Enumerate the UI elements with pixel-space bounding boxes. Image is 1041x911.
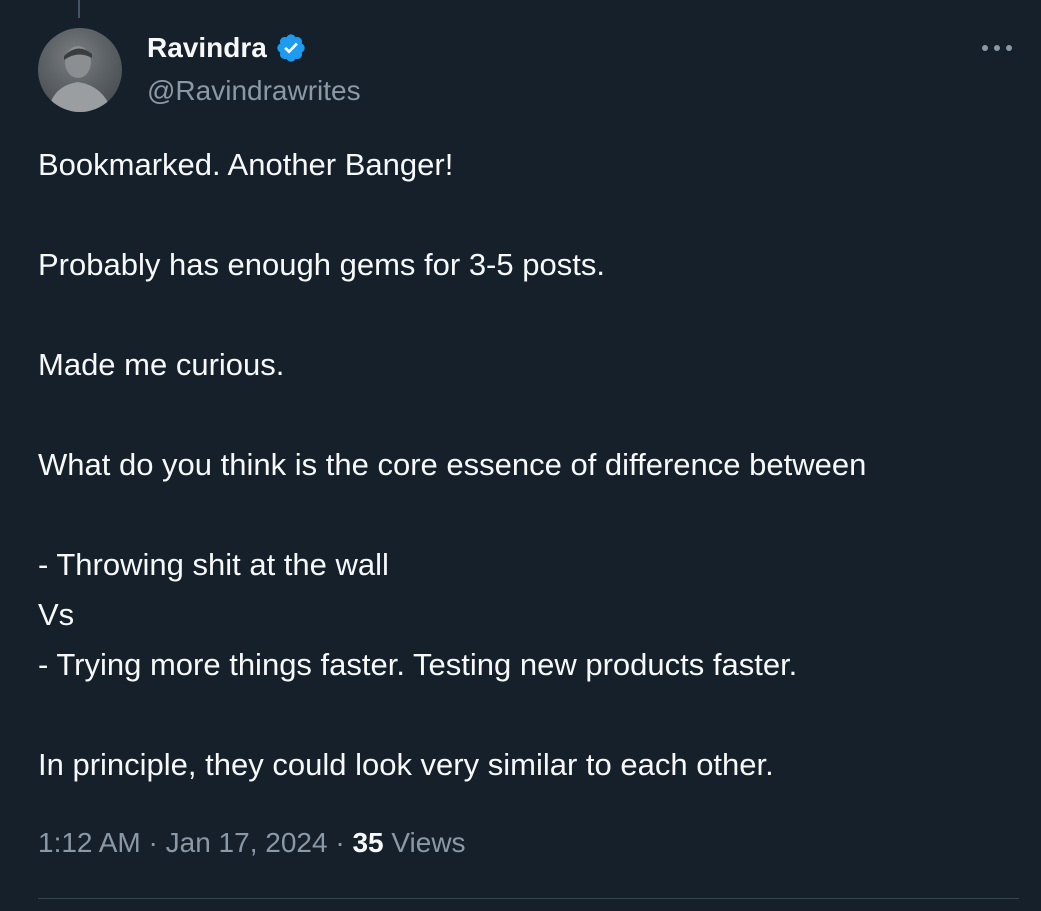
- verified-badge-icon[interactable]: [275, 32, 307, 64]
- avatar-photo: [48, 46, 112, 112]
- post-line: - Throwing shit at the wall: [38, 547, 389, 582]
- post-line: [38, 390, 1023, 440]
- more-options-button[interactable]: [975, 32, 1019, 64]
- author-avatar[interactable]: [38, 28, 122, 112]
- views-label: Views: [391, 827, 466, 858]
- post-date[interactable]: Jan 17, 2024: [166, 827, 328, 858]
- post-line: Made me curious.: [38, 347, 285, 382]
- post-line: Probably has enough gems for 3-5 posts.: [38, 247, 605, 282]
- post-line: Bookmarked. Another Banger!: [38, 147, 454, 182]
- post-metadata: 1:12 AM · Jan 17, 2024 · 35 Views: [38, 823, 466, 863]
- author-name[interactable]: Ravindra: [147, 30, 307, 66]
- more-options-icon: [982, 45, 1012, 51]
- meta-separator: ·: [148, 827, 158, 858]
- post-line: [38, 690, 1023, 740]
- post-line: [38, 490, 1023, 540]
- post-line: What do you think is the core essence of…: [38, 447, 867, 482]
- post-line: Vs: [38, 597, 75, 632]
- post-line: In principle, they could look very simil…: [38, 747, 774, 782]
- post-line: - Trying more things faster. Testing new…: [38, 647, 798, 682]
- divider: [38, 898, 1019, 899]
- author-name-text: Ravindra: [147, 32, 267, 63]
- post-line: [38, 190, 1023, 240]
- author-handle[interactable]: @Ravindrawrites: [147, 73, 361, 109]
- post-line: [38, 290, 1023, 340]
- thread-connector-line: [78, 0, 80, 18]
- post-text: Bookmarked. Another Banger! Probably has…: [38, 140, 1023, 790]
- post-time[interactable]: 1:12 AM: [38, 827, 141, 858]
- meta-separator: ·: [335, 827, 345, 858]
- views-count: 35: [352, 827, 384, 858]
